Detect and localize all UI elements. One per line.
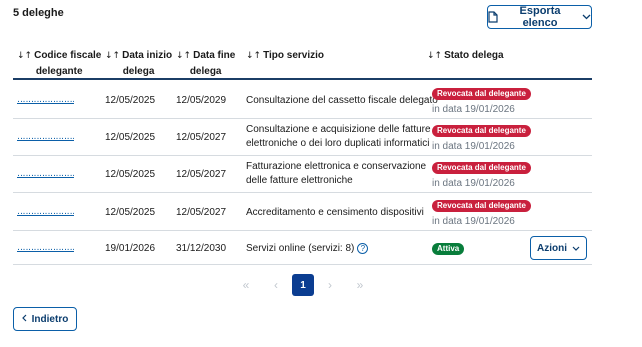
- codice-fiscale-link[interactable]: ‥‥‥‥‥‥‥‥‥‥‥‥‥‥‥‥‥1: [17, 242, 74, 252]
- start-date: 12/05/2025: [105, 132, 156, 143]
- table-header: ↓↑ Codice fiscale delegante ↓↑ Data inizio…: [13, 44, 592, 80]
- chevron-down-icon: [582, 14, 591, 20]
- status-cell: Attiva: [432, 242, 465, 256]
- codice-fiscale-link[interactable]: ‥‥‥‥‥‥‥‥‥‥‥‥‥‥‥‥‥2: [17, 206, 74, 216]
- service-type: Accreditamento e censimento dispositivi: [246, 207, 424, 218]
- deleghe-count: 5 deleghe: [13, 7, 64, 19]
- status-date: in data 19/01/2026: [432, 216, 515, 227]
- status-badge: Revocata dal delegante: [432, 162, 531, 174]
- last-page-icon[interactable]: »: [349, 274, 371, 296]
- end-date: 12/05/2027: [176, 169, 227, 180]
- service-type: Fatturazione elettronica e conservazione…: [246, 161, 427, 186]
- column-header-codice-fiscale[interactable]: ↓↑ Codice fiscale delegante: [17, 48, 101, 79]
- end-date: 12/05/2029: [176, 95, 227, 106]
- start-date: 12/05/2025: [105, 95, 156, 106]
- status-badge: Attiva: [432, 243, 465, 255]
- service-type: Consultazione e acquisizione delle fattu…: [246, 124, 431, 149]
- start-date: 19/01/2026: [105, 243, 156, 254]
- status-cell: Revocata dal delegante in data 19/01/202…: [432, 87, 531, 116]
- previous-page-icon[interactable]: ‹: [265, 274, 287, 296]
- status-badge: Revocata dal delegante: [432, 200, 531, 212]
- export-list-button[interactable]: Esporta elenco: [487, 5, 592, 29]
- document-icon: [488, 11, 498, 23]
- end-date: 12/05/2027: [176, 132, 227, 143]
- end-date: 31/12/2030: [176, 243, 227, 254]
- start-date: 12/05/2025: [105, 169, 156, 180]
- status-badge: Revocata dal delegante: [432, 125, 531, 137]
- page-button-current[interactable]: 1: [292, 274, 314, 296]
- column-header-tipo-servizio[interactable]: ↓↑ Tipo servizio: [246, 48, 324, 64]
- sort-icon: ↓↑: [427, 51, 443, 61]
- table-row: ‥‥‥‥‥‥‥‥‥‥‥‥‥‥‥‥‥1 19/01/2026 31/12/2030…: [13, 231, 592, 265]
- status-badge: Revocata dal delegante: [432, 88, 531, 100]
- first-page-icon[interactable]: «: [235, 274, 257, 296]
- status-cell: Revocata dal delegante in data 19/01/202…: [432, 199, 531, 228]
- table-row: ‥‥‥‥‥‥‥‥‥‥‥‥‥‥‥‥‥1 12/05/2025 12/05/2029…: [13, 82, 592, 119]
- sort-icon: ↓↑: [176, 51, 192, 61]
- back-button[interactable]: Indietro: [13, 307, 77, 331]
- table-row: ‥‥‥‥‥‥‥‥‥‥‥‥‥‥‥‥‥1 12/05/2025 12/05/2027…: [13, 156, 592, 193]
- status-date: in data 19/01/2026: [432, 178, 515, 189]
- status-date: in data 19/01/2026: [432, 104, 515, 115]
- actions-button[interactable]: Azioni: [530, 236, 587, 260]
- status-cell: Revocata dal delegante in data 19/01/202…: [432, 124, 531, 153]
- sort-icon: ↓↑: [17, 51, 33, 61]
- actions-label: Azioni: [537, 242, 567, 254]
- chevron-left-icon: [21, 314, 27, 325]
- sort-icon: ↓↑: [246, 51, 262, 61]
- table-row: ‥‥‥‥‥‥‥‥‥‥‥‥‥‥‥‥‥1 12/05/2025 12/05/2027…: [13, 119, 592, 156]
- export-list-label: Esporta elenco: [519, 5, 561, 29]
- status-cell: Revocata dal delegante in data 19/01/202…: [432, 161, 531, 190]
- back-label: Indietro: [31, 313, 69, 325]
- status-date: in data 19/01/2026: [432, 141, 515, 152]
- start-date: 12/05/2025: [105, 207, 156, 218]
- column-header-data-inizio[interactable]: ↓↑ Data inizio delega: [105, 48, 172, 79]
- pagination: « ‹ 1 › »: [0, 274, 642, 296]
- end-date: 12/05/2027: [176, 207, 227, 218]
- codice-fiscale-link[interactable]: ‥‥‥‥‥‥‥‥‥‥‥‥‥‥‥‥‥1: [17, 131, 74, 141]
- help-icon[interactable]: ?: [357, 242, 369, 254]
- table-row: ‥‥‥‥‥‥‥‥‥‥‥‥‥‥‥‥‥2 12/05/2025 12/05/2027…: [13, 193, 592, 231]
- service-type: Servizi online (servizi: 8)?: [246, 242, 369, 256]
- next-page-icon[interactable]: ›: [319, 274, 341, 296]
- column-header-data-fine[interactable]: ↓↑ Data fine delega: [176, 48, 235, 79]
- column-header-stato-delega[interactable]: ↓↑ Stato delega: [427, 48, 504, 64]
- service-type: Consultazione del cassetto fiscale deleg…: [246, 95, 438, 106]
- chevron-down-icon: [572, 243, 580, 254]
- codice-fiscale-link[interactable]: ‥‥‥‥‥‥‥‥‥‥‥‥‥‥‥‥‥1: [17, 94, 74, 104]
- sort-icon: ↓↑: [105, 51, 121, 61]
- codice-fiscale-link[interactable]: ‥‥‥‥‥‥‥‥‥‥‥‥‥‥‥‥‥1: [17, 168, 74, 178]
